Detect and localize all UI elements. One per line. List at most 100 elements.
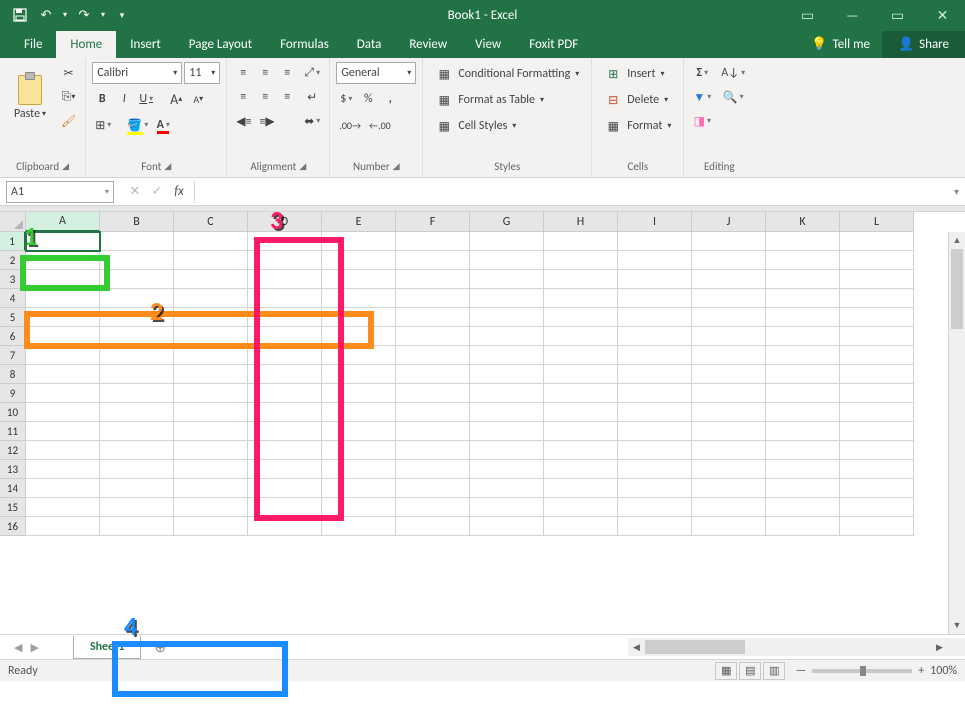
share-button[interactable]: 👤Share: [882, 31, 965, 58]
sheet-nav-left-icon[interactable]: ◀: [14, 641, 22, 654]
cell-I10[interactable]: [618, 403, 692, 422]
cell-B9[interactable]: [100, 384, 174, 403]
cell-D14[interactable]: [248, 479, 322, 498]
column-header-E[interactable]: E: [322, 212, 396, 232]
cell-A9[interactable]: [26, 384, 100, 403]
cell-A12[interactable]: [26, 441, 100, 460]
cell-L13[interactable]: [840, 460, 914, 479]
cell-I9[interactable]: [618, 384, 692, 403]
cell-G14[interactable]: [470, 479, 544, 498]
row-header-3[interactable]: 3: [0, 270, 26, 289]
zoom-slider[interactable]: [812, 669, 912, 673]
row-header-10[interactable]: 10: [0, 403, 26, 422]
cell-L14[interactable]: [840, 479, 914, 498]
cell-I13[interactable]: [618, 460, 692, 479]
cell-J6[interactable]: [692, 327, 766, 346]
cell-K4[interactable]: [766, 289, 840, 308]
row-header-8[interactable]: 8: [0, 365, 26, 384]
font-color-button[interactable]: A: [153, 114, 173, 136]
cell-F16[interactable]: [396, 517, 470, 536]
cell-B7[interactable]: [100, 346, 174, 365]
row-header-16[interactable]: 16: [0, 517, 26, 536]
fill-color-button[interactable]: 🪣: [124, 114, 151, 136]
tab-view[interactable]: View: [461, 31, 515, 58]
tab-page-layout[interactable]: Page Layout: [175, 31, 266, 58]
cell-I1[interactable]: [618, 232, 692, 251]
column-header-L[interactable]: L: [840, 212, 914, 232]
copy-button[interactable]: ⎘▾: [58, 86, 79, 108]
zoom-in-button[interactable]: +: [918, 664, 924, 678]
cell-K2[interactable]: [766, 251, 840, 270]
cell-K12[interactable]: [766, 441, 840, 460]
cell-A4[interactable]: [26, 289, 100, 308]
cell-A5[interactable]: [26, 308, 100, 327]
cell-B4[interactable]: [100, 289, 174, 308]
cell-A3[interactable]: [26, 270, 100, 289]
formula-input[interactable]: ▾: [194, 181, 965, 203]
scroll-left-icon[interactable]: ◀: [628, 638, 645, 656]
cell-D7[interactable]: [248, 346, 322, 365]
borders-button[interactable]: ⊞: [92, 114, 114, 136]
save-icon[interactable]: [8, 5, 32, 25]
cell-L12[interactable]: [840, 441, 914, 460]
cell-D8[interactable]: [248, 365, 322, 384]
cell-D16[interactable]: [248, 517, 322, 536]
cell-C1[interactable]: [174, 232, 248, 251]
cell-K15[interactable]: [766, 498, 840, 517]
cell-C7[interactable]: [174, 346, 248, 365]
row-header-2[interactable]: 2: [0, 251, 26, 270]
tab-formulas[interactable]: Formulas: [266, 31, 343, 58]
cell-L9[interactable]: [840, 384, 914, 403]
row-header-5[interactable]: 5: [0, 308, 26, 327]
cell-I5[interactable]: [618, 308, 692, 327]
cell-H1[interactable]: [544, 232, 618, 251]
tab-insert[interactable]: Insert: [116, 31, 175, 58]
cell-G4[interactable]: [470, 289, 544, 308]
cell-A1[interactable]: [26, 232, 100, 251]
row-header-13[interactable]: 13: [0, 460, 26, 479]
increase-indent-button[interactable]: ≡▶: [256, 110, 277, 132]
cell-B3[interactable]: [100, 270, 174, 289]
cell-A11[interactable]: [26, 422, 100, 441]
cut-button[interactable]: ✂: [58, 62, 79, 84]
row-header-15[interactable]: 15: [0, 498, 26, 517]
cell-B14[interactable]: [100, 479, 174, 498]
cell-H11[interactable]: [544, 422, 618, 441]
cell-J5[interactable]: [692, 308, 766, 327]
cell-L8[interactable]: [840, 365, 914, 384]
cell-D1[interactable]: [248, 232, 322, 251]
tab-review[interactable]: Review: [395, 31, 461, 58]
cell-F1[interactable]: [396, 232, 470, 251]
cell-G6[interactable]: [470, 327, 544, 346]
redo-more-icon[interactable]: ▾: [98, 5, 108, 25]
cell-K1[interactable]: [766, 232, 840, 251]
cell-C11[interactable]: [174, 422, 248, 441]
fill-button[interactable]: ▼: [690, 86, 714, 108]
cell-A14[interactable]: [26, 479, 100, 498]
cell-J13[interactable]: [692, 460, 766, 479]
tab-foxit[interactable]: Foxit PDF: [515, 31, 592, 58]
cell-F3[interactable]: [396, 270, 470, 289]
cell-A8[interactable]: [26, 365, 100, 384]
accounting-format-button[interactable]: $: [336, 88, 356, 110]
row-header-14[interactable]: 14: [0, 479, 26, 498]
cell-H2[interactable]: [544, 251, 618, 270]
cell-E8[interactable]: [322, 365, 396, 384]
cell-E10[interactable]: [322, 403, 396, 422]
sheet-nav[interactable]: ◀▶: [0, 641, 53, 654]
cell-A10[interactable]: [26, 403, 100, 422]
number-launcher-icon[interactable]: ◢: [393, 161, 400, 172]
row-header-9[interactable]: 9: [0, 384, 26, 403]
undo-button[interactable]: ↶: [34, 5, 58, 25]
sort-filter-button[interactable]: A↓: [718, 62, 748, 84]
tab-home[interactable]: Home: [56, 31, 116, 58]
expand-formula-icon[interactable]: ▾: [954, 185, 959, 198]
cell-H4[interactable]: [544, 289, 618, 308]
column-header-C[interactable]: C: [174, 212, 248, 232]
column-header-H[interactable]: H: [544, 212, 618, 232]
cell-B5[interactable]: [100, 308, 174, 327]
cell-D15[interactable]: [248, 498, 322, 517]
cell-D9[interactable]: [248, 384, 322, 403]
cell-D10[interactable]: [248, 403, 322, 422]
cell-K11[interactable]: [766, 422, 840, 441]
